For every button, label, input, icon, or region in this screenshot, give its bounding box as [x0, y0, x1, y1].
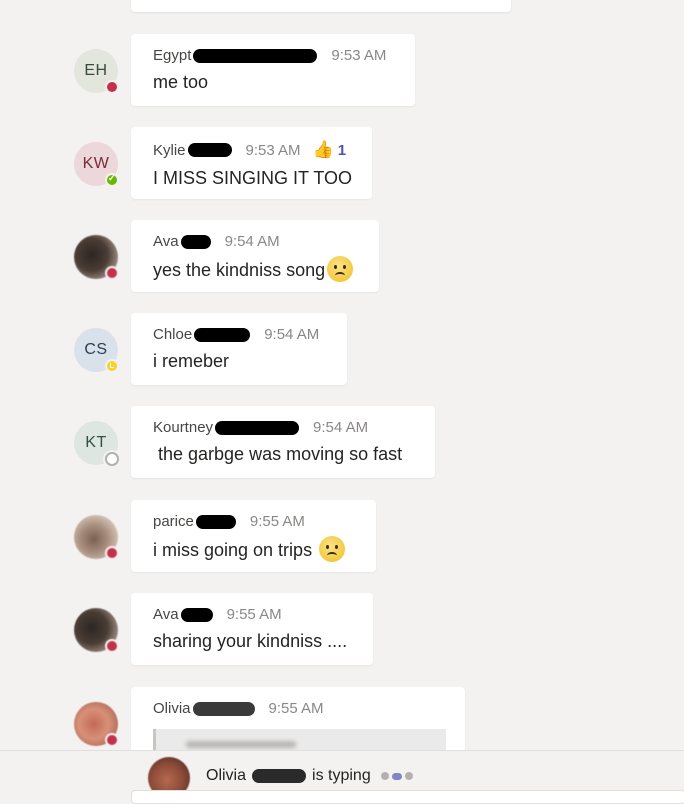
reaction-badge[interactable]: 👍 1 [313, 140, 347, 160]
timestamp: 9:53 AM [331, 47, 387, 64]
typing-suffix: is typing [312, 767, 371, 784]
avatar[interactable]: EH [74, 49, 119, 94]
compose-box[interactable] [131, 790, 684, 804]
avatar[interactable] [74, 702, 119, 747]
sender-name[interactable]: Olivia [153, 700, 191, 717]
avatar[interactable]: KW [74, 142, 119, 187]
message-bubble[interactable]: Chloe 9:54 AM i remeber [131, 313, 347, 385]
sad-face-emoji-icon [319, 536, 346, 562]
avatar[interactable]: CS [74, 328, 119, 373]
message-bubble[interactable]: parice 9:55 AM i miss going on trips [131, 500, 376, 572]
avatar[interactable] [74, 608, 119, 653]
redaction-mark [215, 420, 300, 435]
message-text: I MISS SINGING IT TOO [153, 168, 353, 188]
presence-offline-icon [105, 452, 119, 466]
timestamp: 9:54 AM [313, 419, 369, 436]
quoted-text-blurred [186, 741, 296, 748]
message-text: yes the kindniss song [153, 259, 326, 280]
sender-name[interactable]: Egypt [153, 47, 191, 64]
typing-indicator: Olivia is typing [206, 767, 416, 785]
sender-name[interactable]: Kylie [153, 142, 186, 159]
redaction-mark [180, 234, 211, 249]
message-bubble[interactable]: Kourtney 9:54 AM the garbge was moving s… [131, 406, 435, 478]
previous-message-bubble[interactable] [131, 0, 511, 12]
sender-name[interactable]: Chloe [153, 326, 192, 343]
timestamp: 9:54 AM [224, 233, 280, 250]
message-text: i miss going on trips [153, 539, 313, 560]
presence-busy-icon [105, 546, 119, 560]
timestamp: 9:55 AM [226, 606, 282, 623]
thumbs-up-icon: 👍 [312, 140, 334, 159]
message-text: i remeber [153, 351, 230, 371]
message-bubble[interactable]: Kylie 9:53 AM 👍 1 I MISS SINGING IT TOO [131, 127, 372, 199]
timestamp: 9:54 AM [264, 326, 320, 343]
message-text: me too [153, 72, 209, 92]
sad-face-emoji-icon [327, 256, 354, 282]
redaction-mark [252, 769, 307, 783]
avatar[interactable] [74, 235, 119, 280]
message-text-row: i miss going on trips [153, 536, 354, 564]
presence-available-icon [105, 173, 119, 187]
presence-busy-icon [105, 80, 119, 94]
presence-busy-icon [105, 266, 119, 280]
avatar-initials: KW [82, 155, 110, 172]
redaction-mark [194, 327, 251, 342]
typing-user-name: Olivia [206, 767, 247, 784]
avatar-initials: CS [84, 341, 108, 358]
redaction-mark [187, 143, 232, 157]
typing-dots-icon [380, 772, 416, 780]
sender-name[interactable]: Ava [153, 606, 179, 623]
message-text: the garbge was moving so fast [153, 444, 403, 464]
sender-name[interactable]: Kourtney [153, 419, 213, 436]
redaction-mark [180, 607, 213, 622]
timestamp: 9:55 AM [249, 513, 305, 530]
message-bubble[interactable]: Ava 9:55 AM sharing your kindniss .... [131, 593, 373, 665]
redaction-mark [193, 48, 318, 63]
timestamp: 9:53 AM [245, 141, 301, 159]
redaction-mark [195, 514, 236, 529]
message-text-row: yes the kindniss song [153, 256, 357, 284]
redaction-mark [192, 701, 255, 716]
presence-busy-icon [105, 733, 119, 747]
avatar-initials: KT [85, 434, 107, 451]
avatar[interactable]: KT [74, 421, 119, 466]
presence-busy-icon [105, 639, 119, 653]
timestamp: 9:55 AM [268, 700, 324, 717]
message-bubble[interactable]: Ava 9:54 AM yes the kindniss song [131, 220, 379, 292]
message-text: sharing your kindniss .... [153, 631, 348, 651]
avatar[interactable] [74, 515, 119, 560]
presence-away-icon [105, 359, 119, 373]
avatar-initials: EH [84, 62, 108, 79]
reaction-count: 1 [337, 141, 347, 159]
sender-name[interactable]: Ava [153, 233, 179, 250]
sender-name[interactable]: parice [153, 513, 194, 530]
message-bubble[interactable]: Egypt 9:53 AM me too [131, 34, 415, 106]
